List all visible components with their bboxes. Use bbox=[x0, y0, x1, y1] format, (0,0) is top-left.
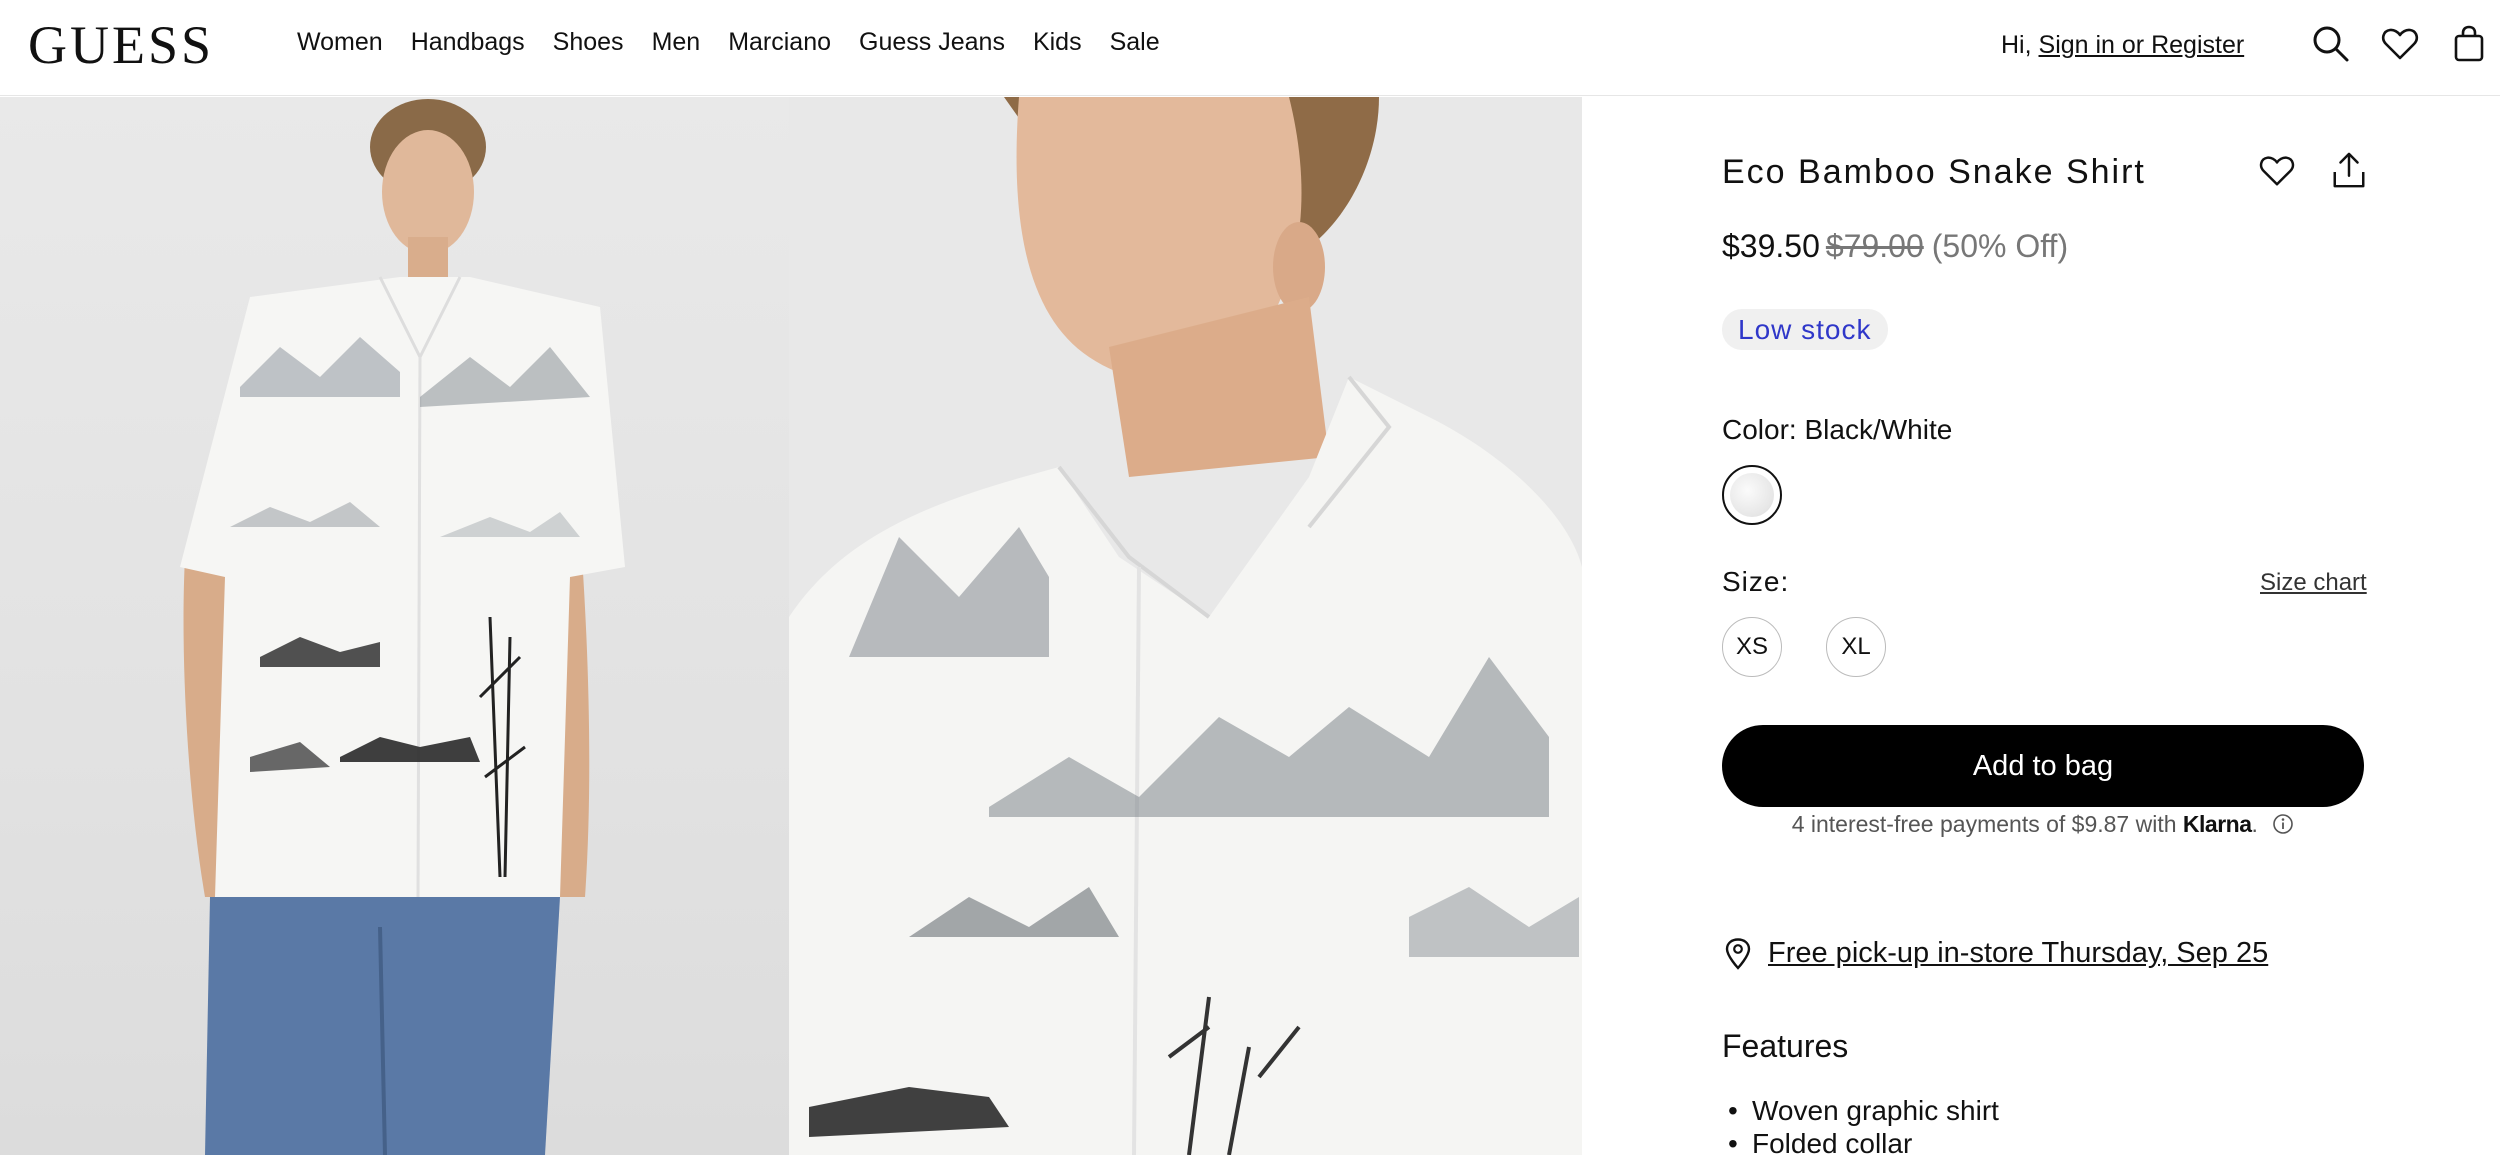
klarna-payment-info: 4 interest-free payments of $9.87 with K… bbox=[1722, 811, 2364, 838]
product-image-closeup[interactable] bbox=[789, 97, 1582, 1155]
guess-logo[interactable]: GUESS bbox=[28, 14, 214, 76]
info-icon[interactable] bbox=[2272, 813, 2294, 835]
nav-kids[interactable]: Kids bbox=[1033, 28, 1082, 57]
nav-shoes[interactable]: Shoes bbox=[553, 28, 624, 57]
feature-item: Woven graphic shirt bbox=[1722, 1094, 1999, 1127]
color-swatch-black-white[interactable] bbox=[1722, 465, 1782, 525]
color-label: Color: Black/White bbox=[1722, 414, 1953, 445]
nav-handbags[interactable]: Handbags bbox=[411, 28, 525, 57]
size-option-xl[interactable]: XL bbox=[1826, 617, 1886, 677]
model-full-body-illustration bbox=[180, 99, 625, 1155]
klarna-logo: Klarna bbox=[2182, 811, 2252, 837]
product-price: $39.50 $79.00 (50% Off) bbox=[1722, 228, 2068, 265]
features-heading: Features bbox=[1722, 1028, 1849, 1064]
nav-men[interactable]: Men bbox=[652, 28, 701, 57]
sign-in-register-link[interactable]: Sign in or Register bbox=[2039, 31, 2245, 59]
heart-icon[interactable] bbox=[2380, 24, 2420, 64]
site-header: GUESS Women Handbags Shoes Men Marciano … bbox=[0, 0, 2500, 96]
search-icon[interactable] bbox=[2311, 24, 2351, 64]
add-to-bag-button[interactable]: Add to bag bbox=[1722, 725, 2364, 807]
greeting-text: Hi, bbox=[2001, 31, 2032, 59]
sale-price: $39.50 bbox=[1722, 228, 1820, 264]
model-closeup-illustration bbox=[789, 97, 1582, 1155]
nav-sale[interactable]: Sale bbox=[1110, 28, 1160, 57]
swatch-fill bbox=[1730, 473, 1774, 517]
wishlist-heart-icon[interactable] bbox=[2258, 152, 2296, 190]
store-pickup: Free pick-up in-store Thursday, Sep 25 bbox=[1722, 937, 2268, 970]
feature-item: Folded collar bbox=[1722, 1127, 1999, 1155]
klarna-period: . bbox=[2251, 811, 2258, 837]
original-price: $79.00 bbox=[1825, 228, 1924, 264]
features-list: Woven graphic shirt Folded collar bbox=[1722, 1094, 1999, 1155]
share-icon[interactable] bbox=[2330, 151, 2368, 191]
nav-guess-jeans[interactable]: Guess Jeans bbox=[859, 28, 1005, 57]
nav-women[interactable]: Women bbox=[297, 28, 383, 57]
size-label: Size: bbox=[1722, 566, 1790, 597]
main-nav: Women Handbags Shoes Men Marciano Guess … bbox=[297, 28, 1188, 57]
stock-status-badge: Low stock bbox=[1722, 309, 1888, 350]
store-pickup-link[interactable]: Free pick-up in-store Thursday, Sep 25 bbox=[1768, 937, 2268, 969]
account-greeting: Hi, Sign in or Register bbox=[2001, 31, 2244, 60]
bag-icon[interactable] bbox=[2449, 24, 2489, 64]
product-title: Eco Bamboo Snake Shirt bbox=[1722, 153, 2146, 191]
nav-marciano[interactable]: Marciano bbox=[728, 28, 831, 57]
size-option-xs[interactable]: XS bbox=[1722, 617, 1782, 677]
discount-percent: (50% Off) bbox=[1931, 228, 2069, 264]
klarna-text: 4 interest-free payments of $9.87 with bbox=[1791, 811, 2177, 837]
size-chart-link[interactable]: Size chart bbox=[2260, 569, 2367, 597]
product-image-full-body[interactable] bbox=[0, 97, 789, 1155]
